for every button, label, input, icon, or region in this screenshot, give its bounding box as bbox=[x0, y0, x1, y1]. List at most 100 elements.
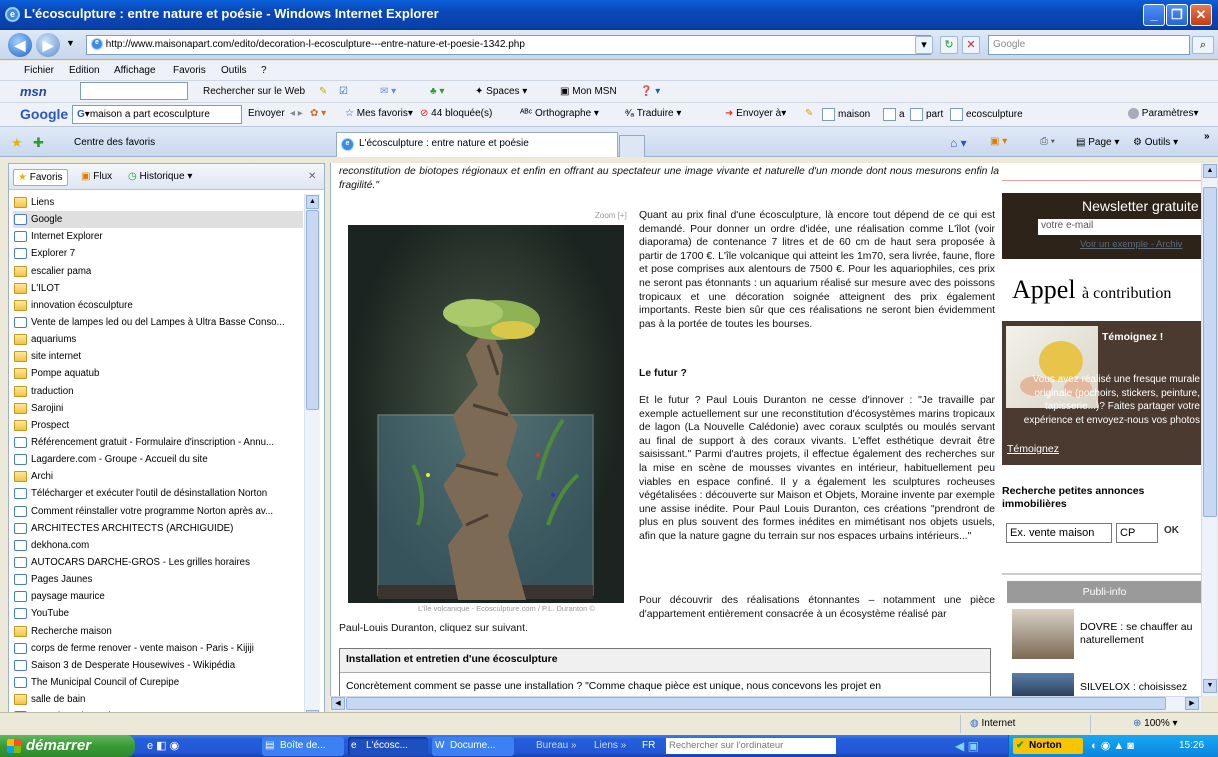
menu-affichage[interactable]: Affichage bbox=[114, 65, 156, 76]
forward-button[interactable]: ▶ bbox=[36, 33, 60, 57]
recent-pages-dropdown-icon[interactable]: ▼ bbox=[66, 38, 75, 48]
favorite-item[interactable]: innovation écosculpture bbox=[13, 297, 303, 314]
google-search-input[interactable]: G▾maison a part ecosculpture bbox=[72, 105, 242, 124]
favorite-item[interactable]: corps de ferme renover - vente maison - … bbox=[13, 640, 303, 657]
favorite-item[interactable]: Référencement gratuit - Formulaire d'ins… bbox=[13, 434, 303, 451]
mon-msn-button[interactable]: ▣ Mon MSN bbox=[560, 86, 617, 97]
menu-outils[interactable]: Outils bbox=[221, 65, 247, 76]
refresh-button[interactable]: ↻ bbox=[940, 36, 958, 54]
term-a[interactable]: a bbox=[883, 108, 905, 121]
favorite-item[interactable]: salle de bain bbox=[13, 691, 303, 708]
recherche-input[interactable]: Ex. vente maison bbox=[1006, 523, 1112, 543]
favorite-item[interactable]: dekhona.com bbox=[13, 537, 303, 554]
scroll-up-button[interactable]: ▲ bbox=[1203, 164, 1217, 178]
dovre-ad-text[interactable]: DOVRE : se chauffer au naturellement bbox=[1080, 621, 1201, 647]
ecosculpture-photo[interactable] bbox=[348, 225, 624, 603]
page-vertical-scrollbar[interactable]: ▲ ▼ bbox=[1201, 163, 1217, 696]
favorite-item[interactable]: The Municipal Council of Curepipe bbox=[13, 674, 303, 691]
back-button[interactable]: ◀ bbox=[8, 33, 32, 57]
page-horizontal-scrollbar[interactable]: ◀ ▶ bbox=[330, 696, 1201, 711]
orthographe-button[interactable]: ᴬᴮᶜ Orthographe ▾ bbox=[520, 108, 599, 119]
url-dropdown-button[interactable]: ▾ bbox=[915, 36, 933, 54]
feeds-icon[interactable]: ▣ ▾ bbox=[990, 136, 1007, 147]
add-favorite-icon[interactable]: ✚ bbox=[33, 135, 44, 151]
scroll-down-button[interactable]: ▼ bbox=[1203, 679, 1217, 693]
zoom-link[interactable]: Zoom [+] bbox=[595, 211, 627, 220]
minimize-button[interactable]: _ bbox=[1143, 4, 1165, 26]
favorite-item[interactable]: traduction bbox=[13, 383, 303, 400]
term-maison[interactable]: maison bbox=[822, 108, 870, 121]
zoom-level[interactable]: ⊕ 100% ▾ bbox=[1133, 718, 1178, 729]
term-part[interactable]: part bbox=[910, 108, 943, 121]
newsletter-email-input[interactable]: votre e-mail bbox=[1038, 219, 1201, 235]
favorite-item[interactable]: Vente de lampes led ou del Lampes à Ultr… bbox=[13, 314, 303, 331]
language-indicator[interactable]: FR bbox=[642, 740, 655, 751]
toolbar-overflow-icon[interactable]: » bbox=[1204, 131, 1210, 142]
favorite-item[interactable]: L'ILOT bbox=[13, 280, 303, 297]
menu-fichier[interactable]: Fichier bbox=[24, 65, 54, 76]
desktop-search-input[interactable]: Rechercher sur l'ordinateur bbox=[666, 738, 836, 754]
favorite-item[interactable]: paysage maurice bbox=[13, 588, 303, 605]
discover-link-text[interactable]: Paul-Louis Duranton, cliquez sur suivant… bbox=[339, 622, 639, 636]
menu-edition[interactable]: Edition bbox=[69, 65, 100, 76]
favorite-item[interactable]: YouTube bbox=[13, 605, 303, 622]
stop-button[interactable]: ✕ bbox=[962, 36, 980, 54]
mail-icon[interactable]: ✉ ▾ bbox=[380, 86, 396, 97]
temoignez-link[interactable]: Témoignez bbox=[1007, 443, 1059, 455]
tray-icons[interactable]: ◐ ◉ ▲ ◙ bbox=[1091, 739, 1134, 752]
outils-menu[interactable]: ⚙ Outils ▾ bbox=[1133, 137, 1178, 148]
tab-historique[interactable]: ◷ Historique ▾ bbox=[124, 169, 196, 186]
close-button[interactable]: ✕ bbox=[1190, 4, 1212, 26]
liens-toolbar[interactable]: Liens » bbox=[594, 740, 626, 751]
home-icon[interactable]: ⌂ ▾ bbox=[950, 136, 967, 150]
favorite-item[interactable]: Explorer 7 bbox=[13, 245, 303, 262]
print-icon[interactable]: ⎙ ▾ bbox=[1040, 136, 1055, 147]
edit-icon[interactable]: ☑ bbox=[339, 86, 348, 97]
task-document[interactable]: W Docume... bbox=[432, 737, 514, 756]
nav-arrows-icon[interactable]: ◂ ▸ bbox=[290, 108, 303, 119]
newsletter-example-link[interactable]: Voir un exemple - Archiv bbox=[1080, 239, 1182, 250]
tab-current[interactable]: e L'écosculpture : entre nature et poési… bbox=[336, 132, 618, 157]
favorite-item[interactable]: Google bbox=[13, 211, 303, 229]
cp-input[interactable]: CP bbox=[1116, 523, 1158, 543]
centre-des-favoris[interactable]: Centre des favoris bbox=[74, 137, 155, 148]
favorite-item[interactable]: ARCHITECTES ARCHITECTS (ARCHIGUIDE) bbox=[13, 520, 303, 537]
new-tab-button[interactable] bbox=[619, 135, 645, 157]
favorite-item[interactable]: Lagardere.com - Groupe - Accueil du site bbox=[13, 451, 303, 468]
envoyer-a-button[interactable]: ➜ Envoyer à▾ bbox=[725, 108, 786, 119]
title-bar[interactable]: e L'écosculpture : entre nature et poési… bbox=[0, 0, 1218, 30]
term-ecosculpture[interactable]: ecosculpture bbox=[950, 108, 1023, 121]
close-panel-icon[interactable]: ✕ bbox=[304, 169, 320, 186]
favorite-item[interactable]: Liens bbox=[13, 194, 303, 211]
norton-button[interactable]: ✔ Norton bbox=[1013, 738, 1083, 754]
scroll-thumb[interactable] bbox=[306, 210, 319, 410]
scroll-thumb[interactable] bbox=[346, 697, 1166, 710]
tab-flux[interactable]: ▣ Flux bbox=[77, 169, 116, 186]
favorite-item[interactable]: Pompe aquatub bbox=[13, 365, 303, 382]
favorite-item[interactable]: Internet Explorer bbox=[13, 228, 303, 245]
menu-favoris[interactable]: Favoris bbox=[173, 65, 206, 76]
pagerank-icon[interactable]: ✿ ▾ bbox=[310, 108, 326, 119]
silvelox-ad-text[interactable]: SILVELOX : choisissez bbox=[1080, 681, 1201, 693]
highlight-icon[interactable]: ✎ bbox=[319, 86, 327, 97]
favorites-star-icon[interactable]: ★ bbox=[11, 135, 23, 151]
favorite-item[interactable]: Sarojini bbox=[13, 400, 303, 417]
task-boite[interactable]: ▤ Boîte de... bbox=[262, 737, 344, 756]
page-menu[interactable]: ▤ Page ▾ bbox=[1076, 137, 1119, 148]
msn-search-input[interactable] bbox=[80, 82, 188, 100]
dovre-ad-image[interactable] bbox=[1012, 609, 1074, 659]
silvelox-ad-image[interactable] bbox=[1012, 673, 1074, 696]
start-button[interactable]: démarrer bbox=[0, 735, 135, 757]
help-icon[interactable]: ❓ ▾ bbox=[640, 86, 660, 97]
favorite-item[interactable]: Saison 3 de Desperate Housewives - Wikip… bbox=[13, 657, 303, 674]
scroll-right-button[interactable]: ▶ bbox=[1185, 697, 1199, 710]
favorite-item[interactable]: Télécharger et exécuter l'outil de désin… bbox=[13, 485, 303, 502]
tray-arrow-icon[interactable]: ◀ ▣ bbox=[955, 739, 979, 753]
favorite-item[interactable]: site internet bbox=[13, 348, 303, 365]
parametres-button[interactable]: Paramètres▾ bbox=[1128, 108, 1199, 119]
favorites-scrollbar[interactable]: ▲ ▼ bbox=[304, 194, 320, 726]
msn-search-button[interactable]: Rechercher sur le Web bbox=[203, 86, 305, 97]
url-input[interactable]: e http://www.maisonapart.com/edito/decor… bbox=[86, 35, 931, 55]
popup-blocked-button[interactable]: ⊘ 44 bloquée(s) bbox=[420, 108, 492, 119]
highlighter-icon[interactable]: ✎ bbox=[805, 108, 813, 119]
